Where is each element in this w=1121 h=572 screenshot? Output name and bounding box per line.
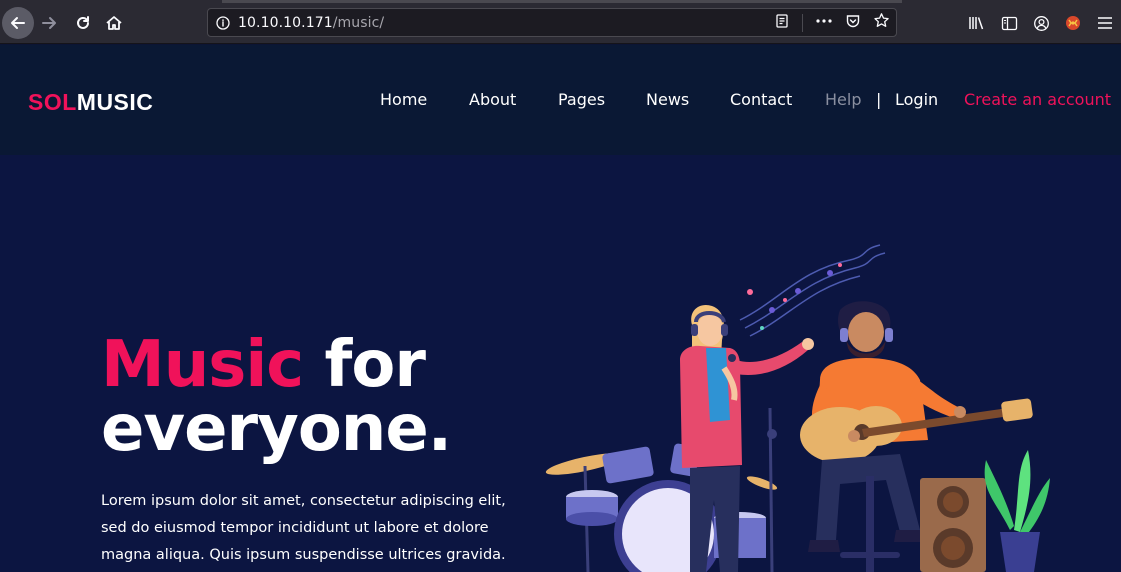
reload-icon [77, 16, 89, 29]
home-icon [106, 16, 122, 30]
hero-text-line: magna aliqua. Quis ipsum suspendisse ult… [101, 547, 506, 563]
hero-title-line-2: everyone. [101, 392, 452, 466]
site-info-icon[interactable] [208, 15, 238, 30]
hero-title: Music for everyone. [101, 333, 452, 461]
arrow-right-icon [42, 17, 56, 29]
toolbar-right [967, 8, 1115, 38]
forward-button[interactable] [34, 8, 64, 38]
account-icon[interactable] [1031, 13, 1051, 33]
back-button[interactable] [2, 7, 34, 39]
url-text[interactable]: 10.10.10.171/music/ [238, 15, 384, 31]
tab-strip [222, 0, 902, 3]
menu-icon[interactable] [1095, 13, 1115, 33]
address-bar[interactable]: 10.10.10.171/music/ [207, 8, 897, 37]
home-button[interactable] [99, 8, 129, 38]
speaker-decoration [920, 478, 986, 572]
plant-decoration [984, 450, 1050, 572]
sidebar-icon[interactable] [999, 13, 1019, 33]
browser-toolbar: 10.10.10.171/music/ [0, 0, 1121, 44]
arrow-left-icon [11, 17, 25, 29]
nav-news[interactable]: News [646, 90, 689, 109]
site-header: SOLMUSIC Home About Pages News Contact H… [0, 45, 1121, 155]
reader-view-icon[interactable] [774, 13, 790, 33]
hero-text-line: Lorem ipsum dolor sit amet, consectetur … [101, 493, 506, 509]
nav-help[interactable]: Help [825, 90, 861, 109]
nav-separator: | [876, 90, 882, 109]
reload-button[interactable] [68, 8, 98, 38]
nav-create-account[interactable]: Create an account [964, 90, 1111, 109]
musicians-illustration [545, 244, 1050, 572]
bookmark-star-icon[interactable] [873, 12, 890, 33]
nav-home[interactable]: Home [380, 90, 427, 109]
main-nav: Home About Pages News Contact Help | Log… [0, 90, 1121, 112]
hero-title-rest: for [303, 328, 426, 402]
address-bar-actions [774, 9, 890, 36]
url-path: /music/ [332, 14, 385, 31]
drum-kit [545, 443, 778, 572]
divider [802, 13, 803, 32]
hero-section: Music for everyone. Lorem ipsum dolor sit… [0, 155, 1121, 572]
nav-login[interactable]: Login [895, 90, 938, 109]
hero-text-line: sed do eiusmod tempor incididunt ut labo… [101, 520, 489, 536]
nav-pages[interactable]: Pages [558, 90, 605, 109]
extension-fox-icon[interactable] [1063, 13, 1083, 33]
hero-title-accent: Music [101, 328, 304, 402]
guitarist-figure [800, 301, 1033, 572]
more-actions-icon[interactable] [815, 13, 833, 33]
info-circle-icon [216, 15, 230, 30]
url-host: 10.10.10.171 [238, 14, 333, 31]
nav-contact[interactable]: Contact [730, 90, 792, 109]
nav-about[interactable]: About [469, 90, 516, 109]
pocket-icon[interactable] [845, 13, 861, 33]
library-icon[interactable] [967, 13, 987, 33]
hero-description: Lorem ipsum dolor sit amet, consectetur … [101, 488, 541, 569]
